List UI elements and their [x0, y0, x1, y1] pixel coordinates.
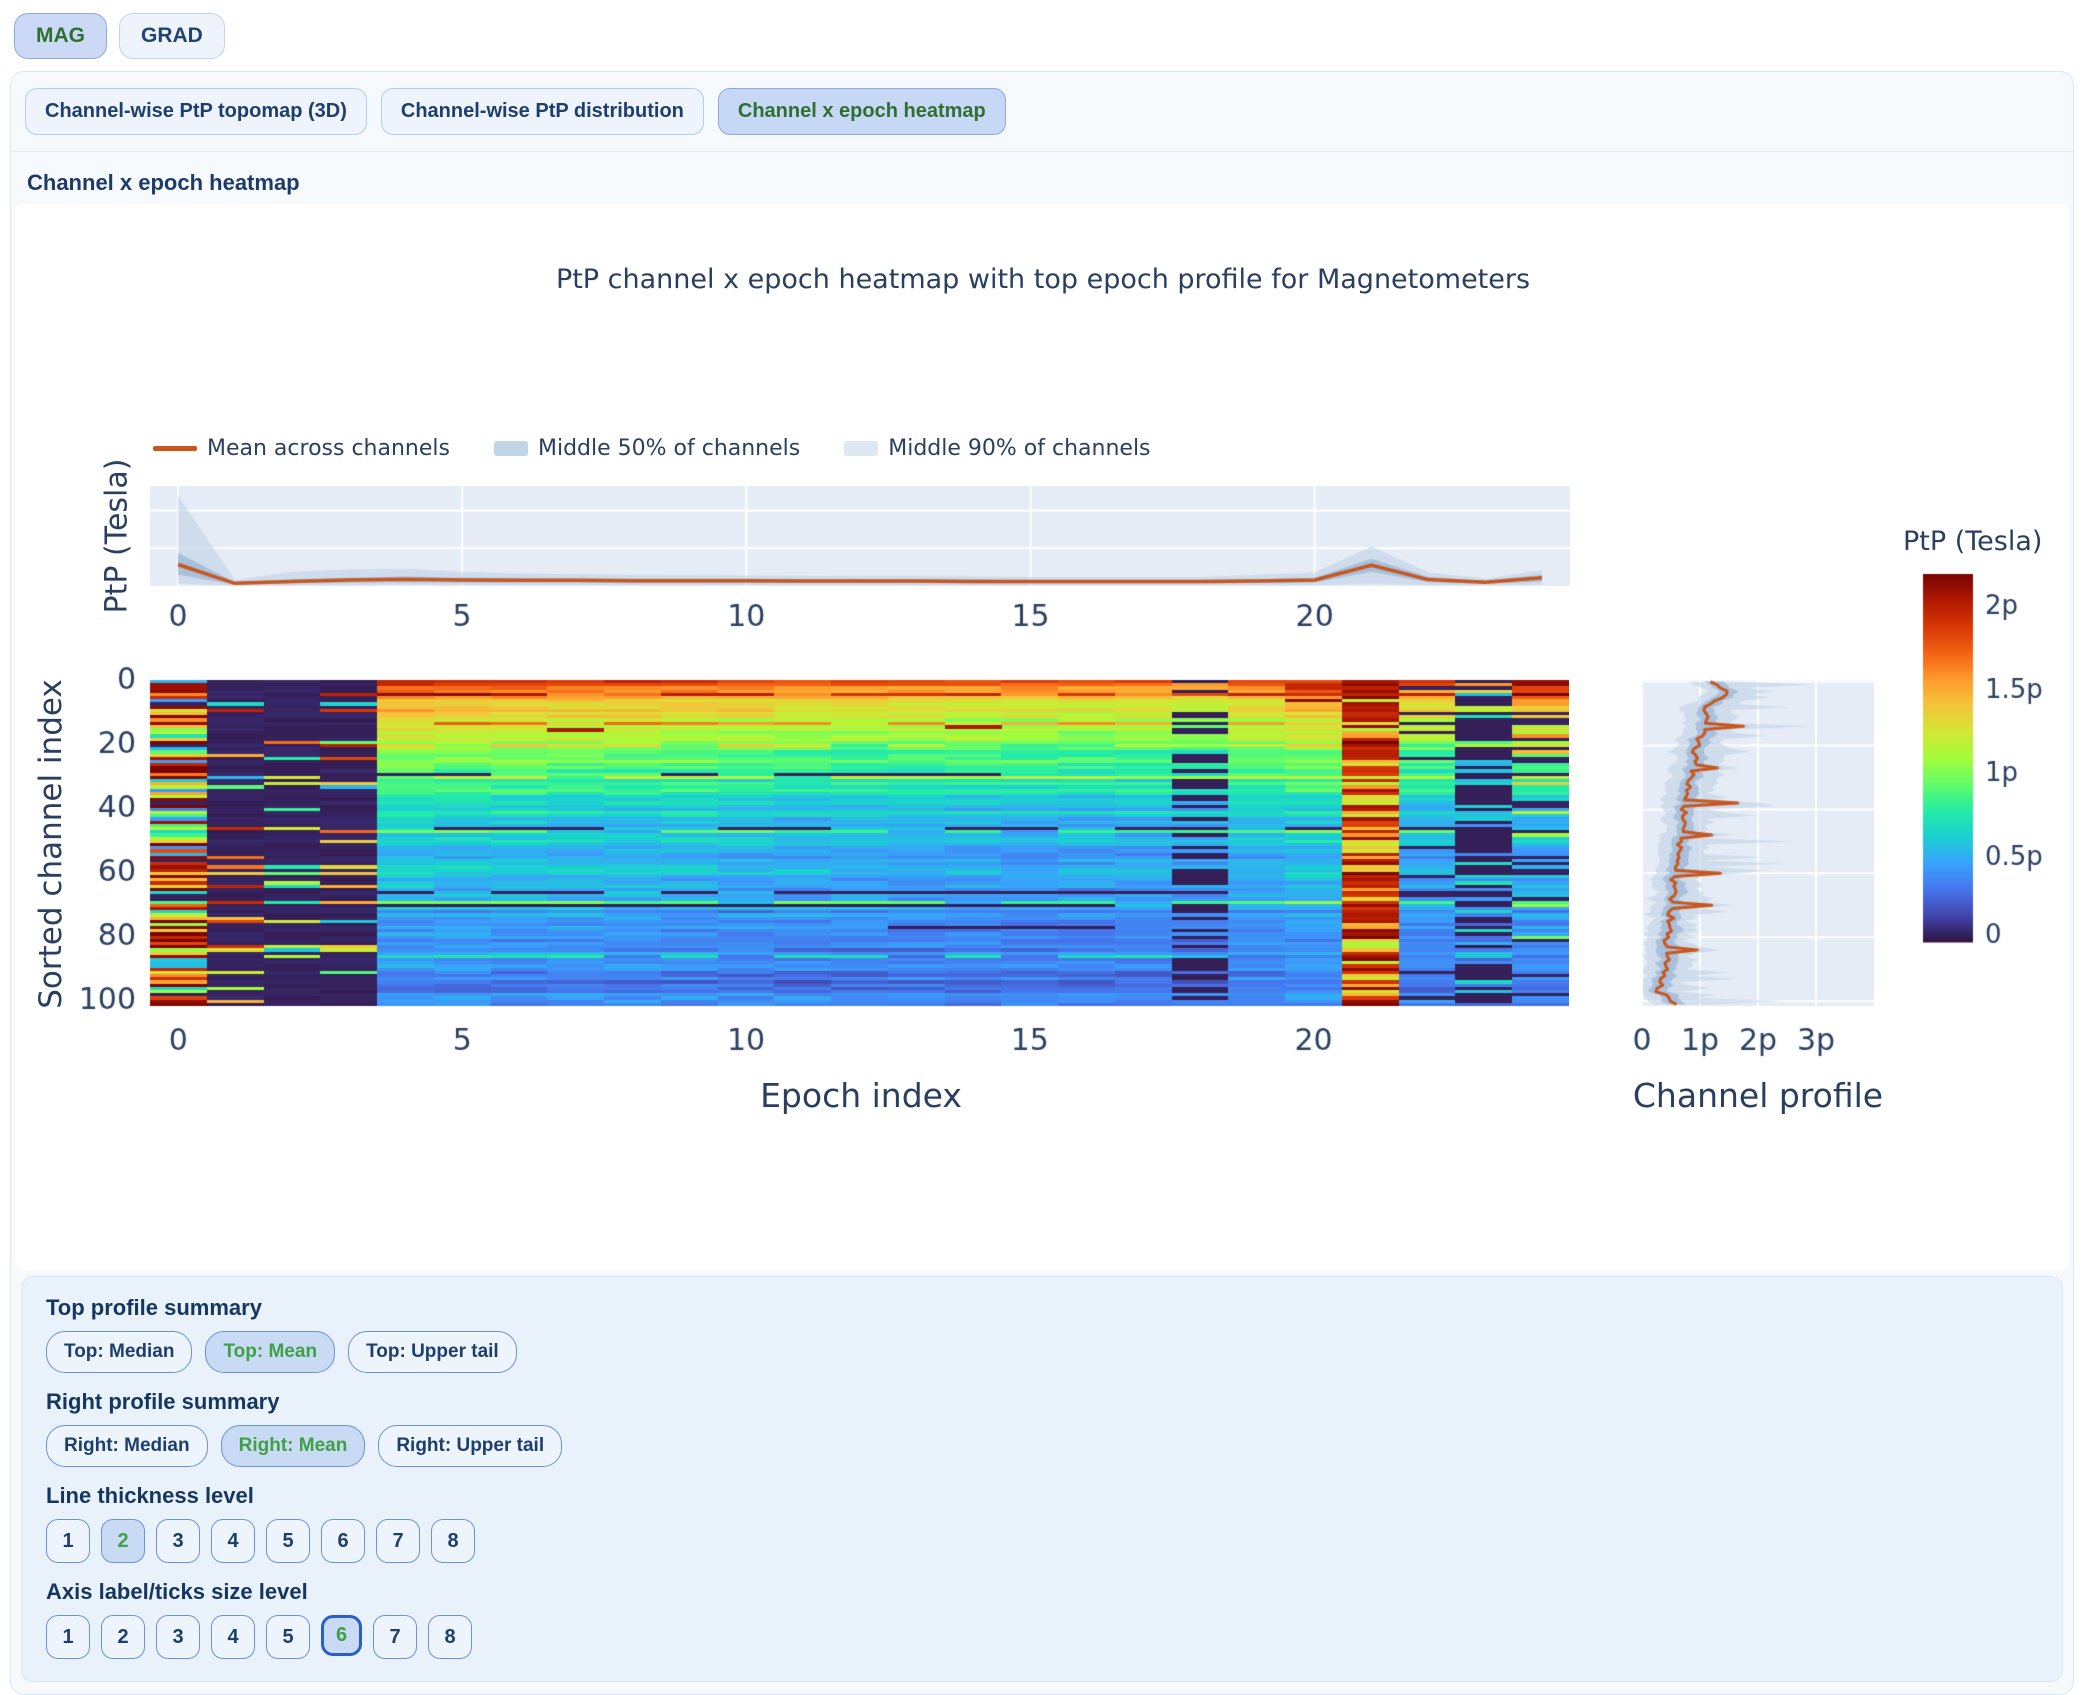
- axis-size-4[interactable]: 4: [211, 1615, 255, 1659]
- right-profile-summary-heading: Right profile summary: [46, 1389, 2038, 1415]
- line-thickness-8[interactable]: 8: [431, 1519, 475, 1563]
- line-thickness-5[interactable]: 5: [266, 1519, 310, 1563]
- figure-legend: Mean across channels Middle 50% of chann…: [153, 436, 1151, 461]
- axis-size-8[interactable]: 8: [428, 1615, 472, 1659]
- legend-item-middle90[interactable]: Middle 90% of channels: [844, 436, 1150, 461]
- right-median-button[interactable]: Right: Median: [46, 1425, 208, 1467]
- axis-size-buttons: 1 2 3 4 5 6 7 8: [46, 1615, 2038, 1659]
- top-epoch-profile-canvas[interactable]: [150, 486, 1570, 636]
- device-toggle-bar: MAG GRAD: [0, 0, 2084, 69]
- view-tabs: Channel-wise PtP topomap (3D) Channel-wi…: [11, 72, 2073, 152]
- legend-label-middle50: Middle 50% of channels: [538, 436, 800, 461]
- figure-title: PtP channel x epoch heatmap with top epo…: [15, 264, 2071, 295]
- top-profile-summary-heading: Top profile summary: [46, 1295, 2038, 1321]
- line-thickness-heading: Line thickness level: [46, 1483, 2038, 1509]
- top-profile-summary-buttons: Top: Median Top: Mean Top: Upper tail: [46, 1331, 2038, 1373]
- axis-size-7[interactable]: 7: [373, 1615, 417, 1659]
- section-title: Channel x epoch heatmap: [11, 152, 2073, 204]
- mag-button[interactable]: MAG: [14, 13, 107, 59]
- legend-label-mean: Mean across channels: [207, 436, 450, 461]
- right-mean-button[interactable]: Right: Mean: [221, 1425, 366, 1467]
- tab-ptp-distribution[interactable]: Channel-wise PtP distribution: [381, 88, 704, 135]
- top-upper-tail-button[interactable]: Top: Upper tail: [348, 1331, 517, 1373]
- heatmap-xaxis-label: Epoch index: [661, 1076, 1061, 1115]
- axis-size-heading: Axis label/ticks size level: [46, 1579, 2038, 1605]
- top-median-button[interactable]: Top: Median: [46, 1331, 192, 1373]
- top-mean-button[interactable]: Top: Mean: [205, 1331, 335, 1373]
- tab-ptp-topomap-3d[interactable]: Channel-wise PtP topomap (3D): [25, 88, 367, 135]
- grad-button[interactable]: GRAD: [119, 13, 225, 59]
- axis-size-2[interactable]: 2: [101, 1615, 145, 1659]
- line-thickness-2[interactable]: 2: [101, 1519, 145, 1563]
- right-profile-summary-buttons: Right: Median Right: Mean Right: Upper t…: [46, 1425, 2038, 1467]
- right-channel-profile-canvas[interactable]: [1632, 664, 1887, 1076]
- band50-swatch-icon: [494, 441, 528, 456]
- axis-size-6[interactable]: 6: [321, 1615, 362, 1656]
- axis-size-5[interactable]: 5: [266, 1615, 310, 1659]
- line-thickness-1[interactable]: 1: [46, 1519, 90, 1563]
- line-thickness-7[interactable]: 7: [376, 1519, 420, 1563]
- colorbar-title: PtP (Tesla): [1903, 526, 2042, 557]
- line-thickness-buttons: 1 2 3 4 5 6 7 8: [46, 1519, 2038, 1563]
- report-card: Channel-wise PtP topomap (3D) Channel-wi…: [10, 71, 2074, 1695]
- plotly-figure: PtP channel x epoch heatmap with top epo…: [15, 204, 2069, 1270]
- line-thickness-3[interactable]: 3: [156, 1519, 200, 1563]
- mean-line-swatch-icon: [153, 446, 197, 451]
- legend-item-mean[interactable]: Mean across channels: [153, 436, 450, 461]
- line-thickness-4[interactable]: 4: [211, 1519, 255, 1563]
- legend-item-middle50[interactable]: Middle 50% of channels: [494, 436, 800, 461]
- heatmap-canvas[interactable]: [40, 664, 1569, 1076]
- band90-swatch-icon: [844, 441, 878, 456]
- axis-size-3[interactable]: 3: [156, 1615, 200, 1659]
- tab-channel-epoch-heatmap[interactable]: Channel x epoch heatmap: [718, 88, 1006, 135]
- figure-controls-panel: Top profile summary Top: Median Top: Mea…: [21, 1276, 2063, 1682]
- line-thickness-6[interactable]: 6: [321, 1519, 365, 1563]
- right-profile-xaxis-label: Channel profile: [1608, 1076, 1908, 1115]
- axis-size-1[interactable]: 1: [46, 1615, 90, 1659]
- right-upper-tail-button[interactable]: Right: Upper tail: [378, 1425, 562, 1467]
- legend-label-middle90: Middle 90% of channels: [888, 436, 1150, 461]
- top-profile-yaxis-label: PtP (Tesla): [100, 459, 135, 614]
- colorbar-canvas[interactable]: [1905, 566, 2084, 966]
